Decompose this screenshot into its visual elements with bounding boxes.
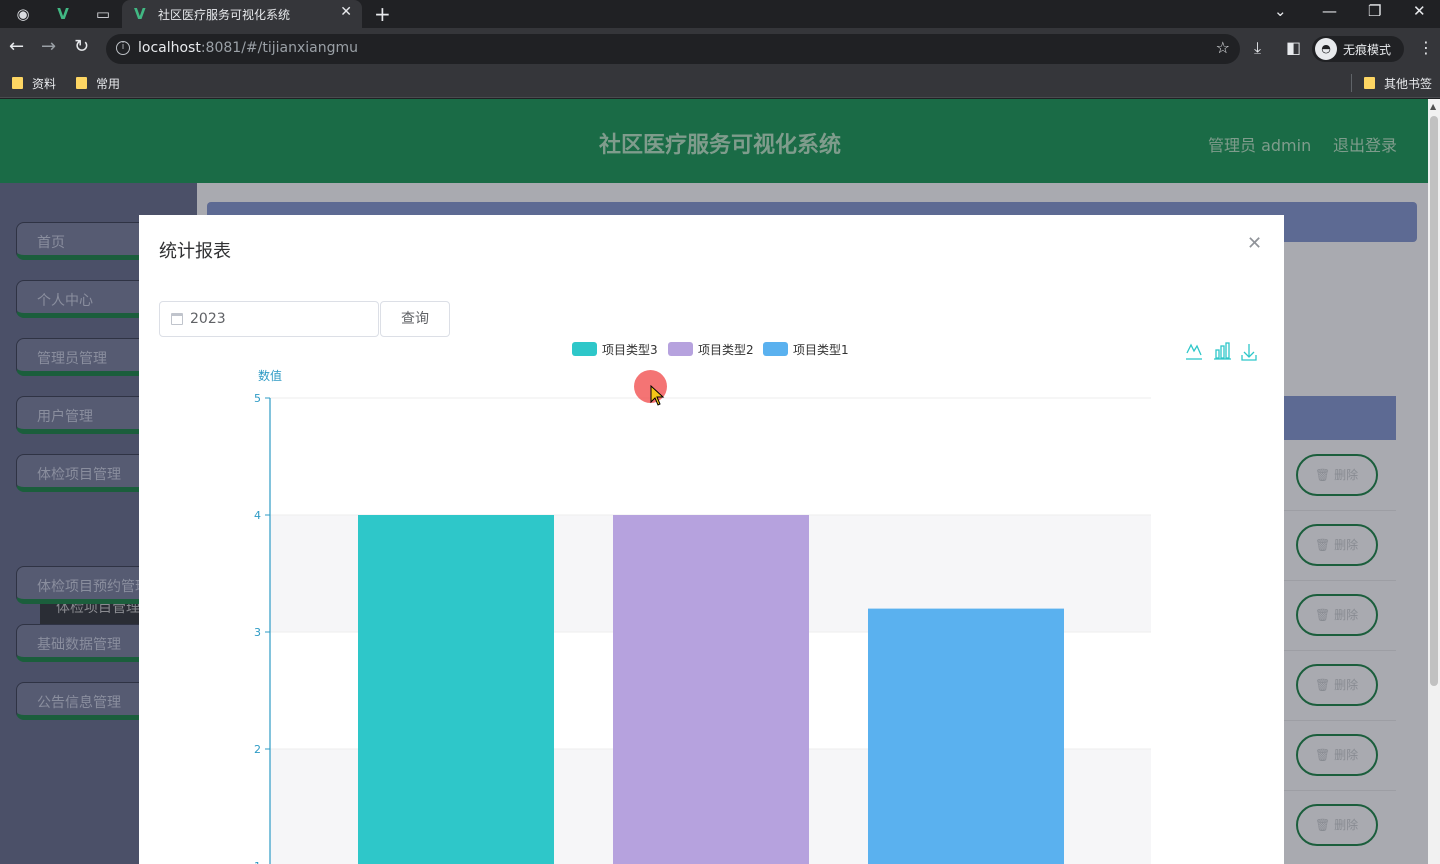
- bar-1: [613, 515, 809, 864]
- close-window-icon[interactable]: ✕: [1413, 2, 1426, 20]
- sidebar-item-label: 管理员管理: [37, 351, 107, 367]
- folder-icon: [12, 77, 23, 89]
- logout-link[interactable]: 退出登录: [1333, 132, 1397, 156]
- browser-tab-strip: ◉ V ▭ V 社区医疗服务可视化系统 ✕ + ⌄ — ❐ ✕: [0, 0, 1440, 28]
- screen: { "browser": { "tab_title": "社区医疗服务可视化系统…: [0, 0, 1440, 864]
- y-tick-label: 4: [254, 509, 261, 522]
- bookmarks-bar: 资料 常用 其他书签: [0, 68, 1440, 98]
- vue-tab-icon[interactable]: V: [52, 4, 74, 24]
- y-tick-label: 3: [254, 626, 261, 639]
- delete-label: 🗑 删除: [1315, 468, 1359, 482]
- scrollbar-thumb[interactable]: [1430, 116, 1438, 686]
- delete-label: 🗑 删除: [1315, 608, 1359, 622]
- delete-button[interactable]: 🗑 删除: [1296, 804, 1378, 846]
- sidebar-item-label: 公告信息管理: [37, 695, 121, 711]
- delete-button[interactable]: 🗑 删除: [1296, 734, 1378, 776]
- y-tick-label: 2: [254, 743, 261, 756]
- line-chart-icon[interactable]: [1186, 343, 1202, 360]
- bar-2: [868, 608, 1064, 864]
- bookmark-label: 资料: [32, 77, 57, 91]
- bookmark-star-icon[interactable]: ☆: [1216, 38, 1230, 57]
- delete-button[interactable]: 🗑 删除: [1296, 454, 1378, 496]
- y-axis-label: 数值: [258, 368, 282, 383]
- tab-page-icon[interactable]: ▭: [92, 4, 114, 24]
- sidebar-item-label: 用户管理: [37, 409, 93, 425]
- app-header: 社区医疗服务可视化系统 管理员 admin 退出登录: [0, 99, 1428, 183]
- tab-search-icon[interactable]: ⌄: [1274, 2, 1287, 20]
- new-tab-icon[interactable]: +: [374, 2, 391, 26]
- stats-dialog: 统计报表 ✕ 2023 查询 项目类型3 项目类型2 项目类型1 12345数值: [139, 215, 1284, 864]
- sidebar-item-label: 个人中心: [37, 293, 93, 309]
- current-user: 管理员 admin: [1208, 136, 1312, 155]
- restore-icon[interactable]: ❐: [1368, 2, 1381, 20]
- scroll-up-icon[interactable]: ▲: [1430, 102, 1436, 111]
- bookmark-label: 常用: [96, 77, 121, 91]
- bookmark-folder-ziliao[interactable]: 资料: [12, 75, 56, 92]
- delete-button[interactable]: 🗑 删除: [1296, 524, 1378, 566]
- incognito-label: 无痕模式: [1343, 43, 1392, 57]
- mouse-cursor-icon: [650, 385, 665, 406]
- sidebar-item-label: 体检项目预约管理: [37, 579, 149, 595]
- bar-chart: 1 2 3 4 5 数值: [254, 342, 1257, 864]
- url-host: localhost: [138, 40, 201, 56]
- y-tick-label: 1: [254, 860, 261, 864]
- url-text: localhost:8081/#/tijianxiangmu: [138, 40, 358, 56]
- forward-icon[interactable]: →: [41, 37, 56, 57]
- bookmark-separator: [1351, 74, 1352, 92]
- delete-label: 🗑 删除: [1315, 538, 1359, 552]
- tab-title: 社区医疗服务可视化系统: [158, 8, 291, 22]
- table-header: [1284, 396, 1396, 440]
- delete-button[interactable]: 🗑 删除: [1296, 664, 1378, 706]
- sidebar-item-label: 首页: [37, 235, 65, 251]
- url-path: :8081/#/tijianxiangmu: [200, 40, 358, 56]
- delete-label: 🗑 删除: [1315, 748, 1359, 762]
- minimize-icon[interactable]: —: [1322, 2, 1337, 20]
- other-bookmarks[interactable]: 其他书签: [1364, 75, 1432, 92]
- row-divider: [1284, 790, 1396, 791]
- close-tab-icon[interactable]: ✕: [340, 4, 352, 20]
- row-divider: [1284, 650, 1396, 651]
- folder-icon: [76, 77, 87, 89]
- other-bookmarks-label: 其他书签: [1384, 77, 1433, 91]
- delete-label: 🗑 删除: [1315, 818, 1359, 832]
- address-bar[interactable]: i localhost:8081/#/tijianxiangmu ☆: [106, 34, 1240, 64]
- download-icon[interactable]: [1241, 344, 1257, 361]
- incognito-icon: ◓: [1315, 38, 1337, 60]
- delete-label: 🗑 删除: [1315, 678, 1359, 692]
- delete-button[interactable]: 🗑 删除: [1296, 594, 1378, 636]
- folder-icon: [1364, 77, 1375, 89]
- reload-icon[interactable]: ↻: [74, 37, 89, 57]
- bookmark-folder-changyong[interactable]: 常用: [76, 75, 120, 92]
- site-info-icon[interactable]: i: [116, 41, 130, 55]
- download-icon[interactable]: ⤓: [1254, 38, 1261, 58]
- globe-icon[interactable]: ◉: [12, 4, 34, 24]
- vue-logo-icon: V: [134, 5, 146, 23]
- sidebar-item-label: 基础数据管理: [37, 637, 121, 653]
- bar-0: [358, 515, 554, 864]
- sidebar-item-label: 体检项目管理: [37, 467, 121, 483]
- back-icon[interactable]: ←: [9, 37, 24, 57]
- sidepanel-icon[interactable]: ◧: [1286, 38, 1301, 57]
- bar-chart-icon[interactable]: [1214, 342, 1231, 360]
- y-tick-label: 5: [254, 392, 261, 405]
- row-divider: [1284, 580, 1396, 581]
- incognito-badge[interactable]: ◓ 无痕模式: [1312, 36, 1404, 62]
- row-divider: [1284, 510, 1396, 511]
- menu-kebab-icon[interactable]: ⋮: [1418, 38, 1434, 57]
- row-divider: [1284, 720, 1396, 721]
- active-tab[interactable]: V 社区医疗服务可视化系统 ✕: [122, 0, 362, 28]
